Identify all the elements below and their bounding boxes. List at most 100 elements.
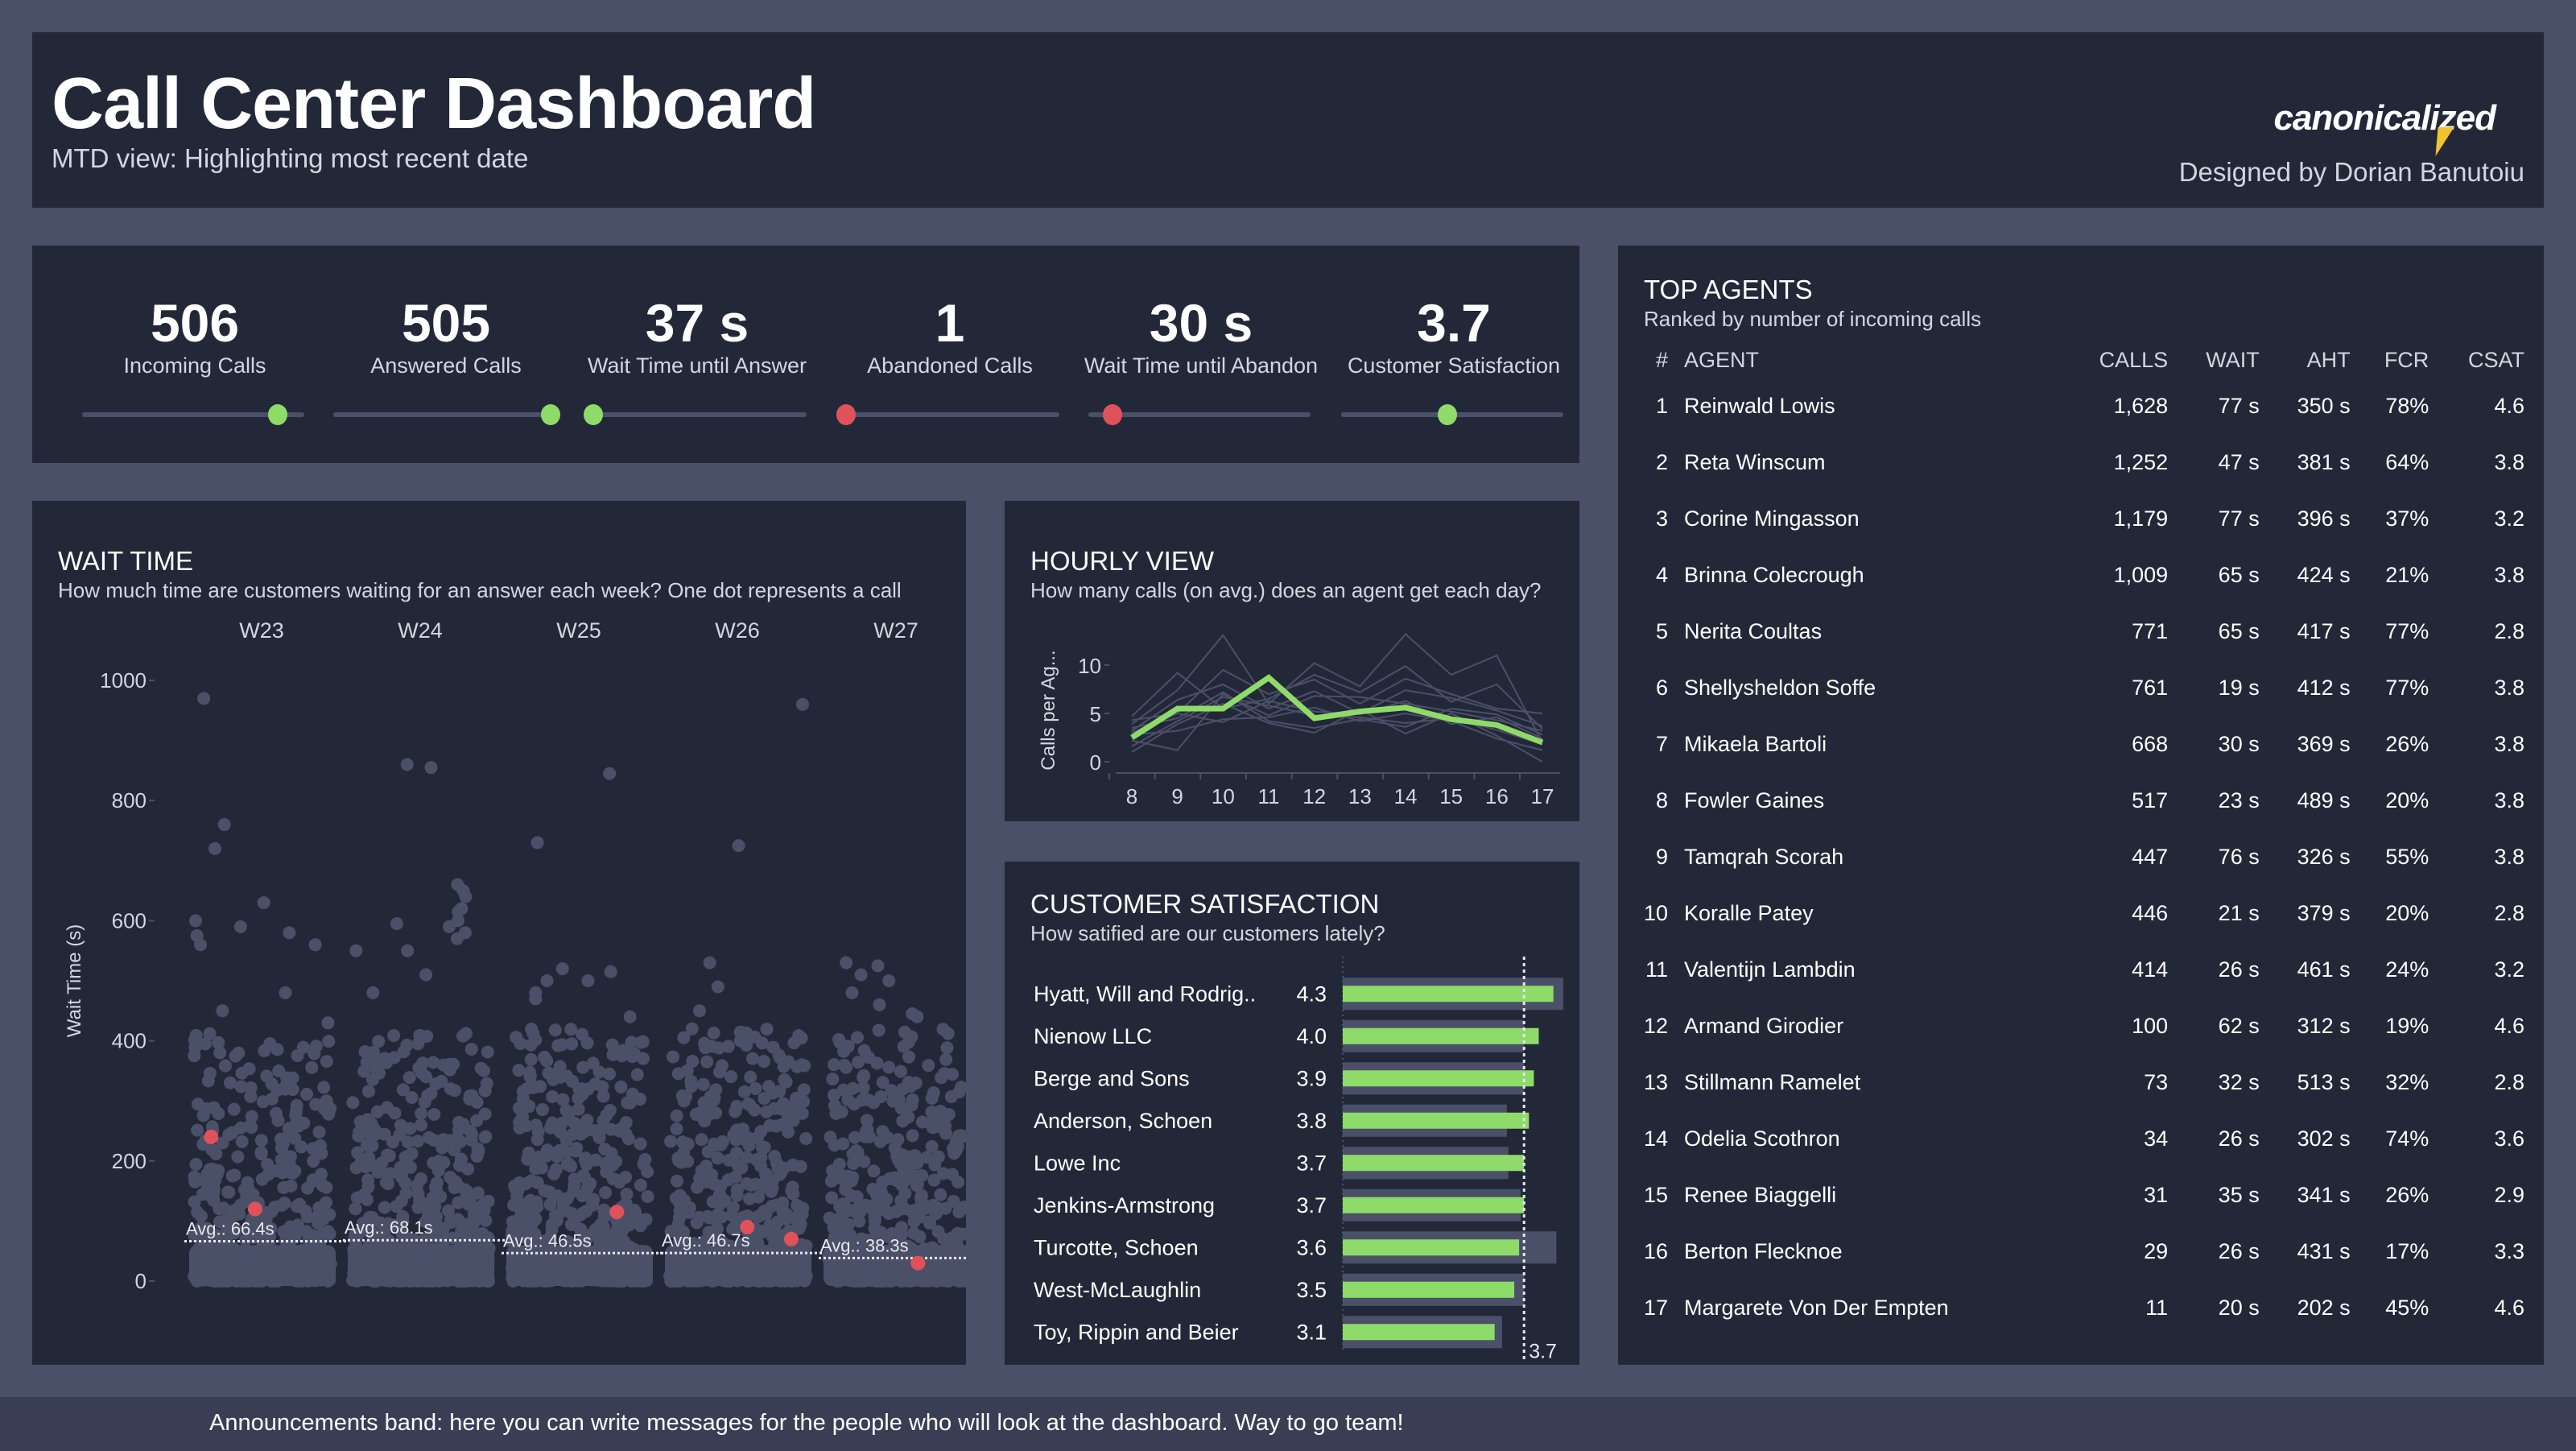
cell-calls: 34 xyxy=(2144,1126,2169,1151)
csat-row[interactable]: Hyatt, Will and Rodrig.. 4.3 xyxy=(1034,978,1563,1011)
call-dot xyxy=(411,1201,425,1214)
call-dot xyxy=(760,1105,774,1118)
call-dot xyxy=(194,938,208,952)
call-dot xyxy=(695,1164,708,1177)
table-row[interactable]: 17 Margarete Von Der Empten 11 20 s 202 s 45%… xyxy=(1634,1279,2529,1336)
call-dot xyxy=(729,1268,742,1282)
call-dot xyxy=(414,1118,427,1132)
call-dot xyxy=(925,1091,939,1105)
cell-agent: Tamqrah Scorah xyxy=(1684,844,1844,869)
call-dot xyxy=(605,1273,618,1287)
cell-wait: 21 s xyxy=(2218,900,2260,925)
call-dot xyxy=(474,1212,488,1226)
customer-satisfaction-chart[interactable]: Hyatt, Will and Rodrig.. 4.3 Nienow LLC 4.0… xyxy=(1005,957,1579,1359)
kpi-label: Wait Time until Answer xyxy=(587,353,807,378)
hourly-view-chart[interactable]: Calls per Ag... 0 5 10 8 9 10 11 12 13 14 15 16 17 xyxy=(1005,614,1579,821)
call-dot xyxy=(562,1156,576,1170)
cell-wait: 23 s xyxy=(2218,788,2260,812)
call-dot xyxy=(778,1073,791,1087)
column-header-wait[interactable]: WAIT xyxy=(2173,342,2264,378)
csat-row[interactable]: Nienow LLC 4.0 xyxy=(1034,1019,1539,1052)
call-dot xyxy=(258,1044,271,1057)
category-label: Anderson, Schoen xyxy=(1034,1109,1212,1133)
table-row[interactable]: 11 Valentijn Lambdin 414 26 s 461 s 24% 3.2 xyxy=(1634,941,2529,998)
call-dot xyxy=(530,1133,544,1147)
call-dot xyxy=(539,1266,552,1279)
table-row[interactable]: 14 Odelia Scothron 34 26 s 302 s 74% 3.6 xyxy=(1634,1110,2529,1167)
column-header-aht[interactable]: AHT xyxy=(2264,342,2355,378)
csat-row[interactable]: Jenkins-Armstrong 3.7 xyxy=(1034,1188,1525,1222)
call-dot xyxy=(209,1147,223,1160)
table-row[interactable]: 16 Berton Flecknoe 29 26 s 431 s 17% 3.3 xyxy=(1634,1223,2529,1279)
highlighted-call-dot[interactable] xyxy=(609,1205,625,1220)
call-dot xyxy=(526,1203,539,1217)
highlighted-call-dot[interactable] xyxy=(740,1219,755,1234)
call-dot xyxy=(419,968,433,982)
column-header-csat[interactable]: CSAT xyxy=(2434,342,2529,378)
kpi-card: 506 Incoming Calls 505 Answered Calls 37 s Wa… xyxy=(32,246,1579,463)
table-row[interactable]: 2 Reta Winscum 1,252 47 s 381 s 64% 3.8 xyxy=(1634,434,2529,490)
call-dot xyxy=(830,1274,844,1288)
table-row[interactable]: 12 Armand Girodier 100 62 s 312 s 19% 4.6 xyxy=(1634,998,2529,1054)
table-row[interactable]: 15 Renee Biaggelli 31 35 s 341 s 26% 2.9 xyxy=(1634,1167,2529,1223)
cell-csat: 3.8 xyxy=(2494,731,2524,756)
csat-row[interactable]: Turcotte, Schoen 3.6 xyxy=(1034,1231,1557,1264)
call-dot xyxy=(748,1103,762,1117)
column-header-agent[interactable]: AGENT xyxy=(1673,342,2059,378)
call-dot xyxy=(880,1271,894,1285)
brand-logo[interactable]: canonicalized xyxy=(2273,98,2496,138)
call-dot xyxy=(786,1187,800,1201)
table-row[interactable]: 3 Corine Mingasson 1,179 77 s 396 s 37% 3.2 xyxy=(1634,490,2529,547)
call-dot xyxy=(550,1150,564,1164)
call-dot xyxy=(559,1103,573,1117)
call-dot xyxy=(712,1207,725,1221)
highlighted-call-dot[interactable] xyxy=(783,1231,799,1246)
table-row[interactable]: 7 Mikaela Bartoli 668 30 s 369 s 26% 3.8 xyxy=(1634,716,2529,772)
table-row[interactable]: 1 Reinwald Lowis 1,628 77 s 350 s 78% 4.6 xyxy=(1634,378,2529,434)
call-dot xyxy=(470,1149,484,1163)
wait-time-chart[interactable]: Wait Time (s) 0 200 400 600 800 1000 W23 Avg.: 6… xyxy=(32,614,966,1354)
highlighted-call-dot[interactable] xyxy=(247,1201,262,1217)
table-row[interactable]: 10 Koralle Patey 446 21 s 379 s 20% 2.8 xyxy=(1634,885,2529,941)
category-label: Jenkins-Armstrong xyxy=(1034,1193,1215,1217)
highlighted-call-dot[interactable] xyxy=(204,1129,219,1144)
call-dot xyxy=(553,1060,567,1073)
table-row[interactable]: 4 Brinna Colecrough 1,009 65 s 424 s 21% 3.8 xyxy=(1634,547,2529,603)
call-dot xyxy=(621,1132,635,1146)
cell-wait: 30 s xyxy=(2218,731,2260,756)
csat-row[interactable]: Berge and Sons 3.9 xyxy=(1034,1062,1534,1095)
call-dot xyxy=(744,1070,758,1084)
cell-agent: Stillmann Ramelet xyxy=(1684,1069,1861,1094)
call-dot xyxy=(743,1192,757,1205)
week-W24-dots xyxy=(346,758,496,1288)
cell-csat: 2.8 xyxy=(2494,618,2524,643)
call-dot xyxy=(774,1102,787,1115)
column-header-calls[interactable]: CALLS xyxy=(2059,342,2173,378)
csat-row[interactable]: Lowe Inc 3.7 xyxy=(1034,1147,1525,1180)
csat-row[interactable]: Anderson, Schoen 3.8 xyxy=(1034,1104,1530,1137)
call-dot xyxy=(671,1067,685,1081)
call-dot xyxy=(283,926,296,940)
call-dot xyxy=(274,1132,287,1146)
call-dot xyxy=(222,1271,236,1285)
table-row[interactable]: 13 Stillmann Ramelet 73 32 s 513 s 32% 2.8 xyxy=(1634,1054,2529,1110)
table-row[interactable]: 9 Tamqrah Scorah 447 76 s 326 s 55% 3.8 xyxy=(1634,829,2529,885)
call-dot xyxy=(777,1060,791,1073)
table-row[interactable]: 5 Nerita Coultas 771 65 s 417 s 77% 2.8 xyxy=(1634,603,2529,659)
call-dot xyxy=(270,1106,283,1120)
cell-calls: 1,252 xyxy=(2113,449,2169,474)
csat-row[interactable]: West-McLaughlin 3.5 xyxy=(1034,1273,1525,1306)
highlighted-call-dot[interactable] xyxy=(910,1255,926,1271)
table-row[interactable]: 8 Fowler Gaines 517 23 s 489 s 20% 3.8 xyxy=(1634,772,2529,829)
call-dot xyxy=(782,1125,795,1139)
call-dot xyxy=(799,1269,813,1283)
call-dot xyxy=(857,1071,870,1085)
column-header-fcr[interactable]: FCR xyxy=(2355,342,2434,378)
csat-row[interactable]: Toy, Rippin and Beier 3.1 xyxy=(1034,1316,1502,1349)
call-dot xyxy=(312,1264,325,1278)
column-header-rank[interactable]: # xyxy=(1634,342,1673,378)
cell-wait: 77 s xyxy=(2218,393,2260,418)
call-dot xyxy=(458,1193,472,1207)
table-row[interactable]: 6 Shellysheldon Soffe 761 19 s 412 s 77% 3.8 xyxy=(1634,659,2529,716)
y-tick-label: 1000 xyxy=(100,668,147,692)
